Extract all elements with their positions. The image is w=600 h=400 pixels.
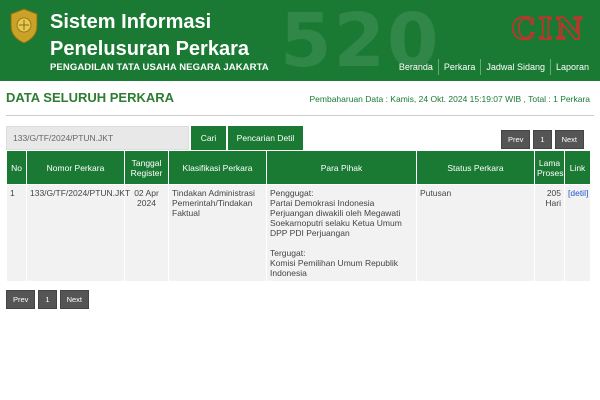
nav-beranda[interactable]: Beranda: [394, 59, 438, 75]
table-header-row: No Nomor Perkara Tanggal Register Klasif…: [6, 150, 591, 185]
update-info: Pembaharuan Data : Kamis, 24 Okt. 2024 1…: [309, 94, 591, 104]
nav-jadwal-sidang[interactable]: Jadwal Sidang: [480, 59, 550, 75]
col-no: No: [6, 150, 27, 185]
col-tanggal-register: Tanggal Register: [124, 150, 169, 185]
main-nav: Beranda Perkara Jadwal Sidang Laporan: [394, 59, 594, 75]
nav-laporan[interactable]: Laporan: [549, 59, 594, 75]
next-button-bottom[interactable]: Next: [59, 290, 90, 309]
prev-button[interactable]: Prev: [500, 130, 531, 149]
site-header: 520 Sistem Informasi Penelusuran Perkara…: [0, 0, 600, 78]
header-divider: [0, 78, 600, 81]
pagination-top: Prev 1 Next: [500, 130, 584, 149]
col-link: Link: [564, 150, 591, 185]
cases-table-wrap: No Nomor Perkara Tanggal Register Klasif…: [6, 150, 591, 282]
search-button[interactable]: Cari: [191, 126, 226, 150]
pagination-bottom: Prev 1 Next: [6, 290, 90, 309]
cases-table: No Nomor Perkara Tanggal Register Klasif…: [6, 150, 591, 282]
brand-logo: CIN: [511, 11, 586, 48]
tergugat-value: Komisi Pemilihan Umum Republik Indonesia: [270, 258, 399, 278]
cell-klasifikasi: Tindakan Administrasi Pemerintah/Tindaka…: [168, 184, 267, 282]
cell-tanggal-register: 02 Apr 2024: [124, 184, 169, 282]
search-input[interactable]: [6, 126, 189, 150]
cell-link: [detil]: [564, 184, 591, 282]
detail-link[interactable]: [detil]: [568, 188, 588, 198]
col-klasifikasi: Klasifikasi Perkara: [168, 150, 267, 185]
cell-lama-proses: 205 Hari: [534, 184, 565, 282]
page-1-button-bottom[interactable]: 1: [38, 290, 57, 309]
cell-no: 1: [6, 184, 27, 282]
col-status: Status Perkara: [416, 150, 535, 185]
court-name: PENGADILAN TATA USAHA NEGARA JAKARTA: [50, 62, 269, 73]
penggugat-value: Partai Demokrasi Indonesia Perjuangan di…: [270, 198, 402, 238]
prev-button-bottom[interactable]: Prev: [6, 290, 36, 309]
page-1-button[interactable]: 1: [533, 130, 552, 149]
advanced-search-button[interactable]: Pencarian Detil: [228, 126, 303, 150]
cell-para-pihak: Penggugat: Partai Demokrasi Indonesia Pe…: [266, 184, 417, 282]
tergugat-label: Tergugat:: [270, 248, 306, 258]
next-button[interactable]: Next: [554, 130, 584, 149]
section-header: DATA SELURUH PERKARA Pembaharuan Data : …: [0, 86, 600, 116]
site-title: Sistem Informasi Penelusuran Perkara: [50, 11, 249, 60]
section-divider: [6, 115, 594, 116]
court-emblem-icon: [10, 8, 38, 44]
col-nomor-perkara: Nomor Perkara: [26, 150, 125, 185]
cell-nomor-perkara: 133/G/TF/2024/PTUN.JKT: [26, 184, 130, 282]
penggugat-label: Penggugat:: [270, 188, 314, 198]
col-para-pihak: Para Pihak: [266, 150, 417, 185]
page-title: DATA SELURUH PERKARA: [6, 90, 175, 105]
table-row: 1 133/G/TF/2024/PTUN.JKT 02 Apr 2024 Tin…: [6, 184, 591, 282]
nav-perkara[interactable]: Perkara: [437, 59, 481, 75]
cell-status: Putusan: [416, 184, 535, 282]
col-lama-proses: Lama Proses: [534, 150, 565, 185]
